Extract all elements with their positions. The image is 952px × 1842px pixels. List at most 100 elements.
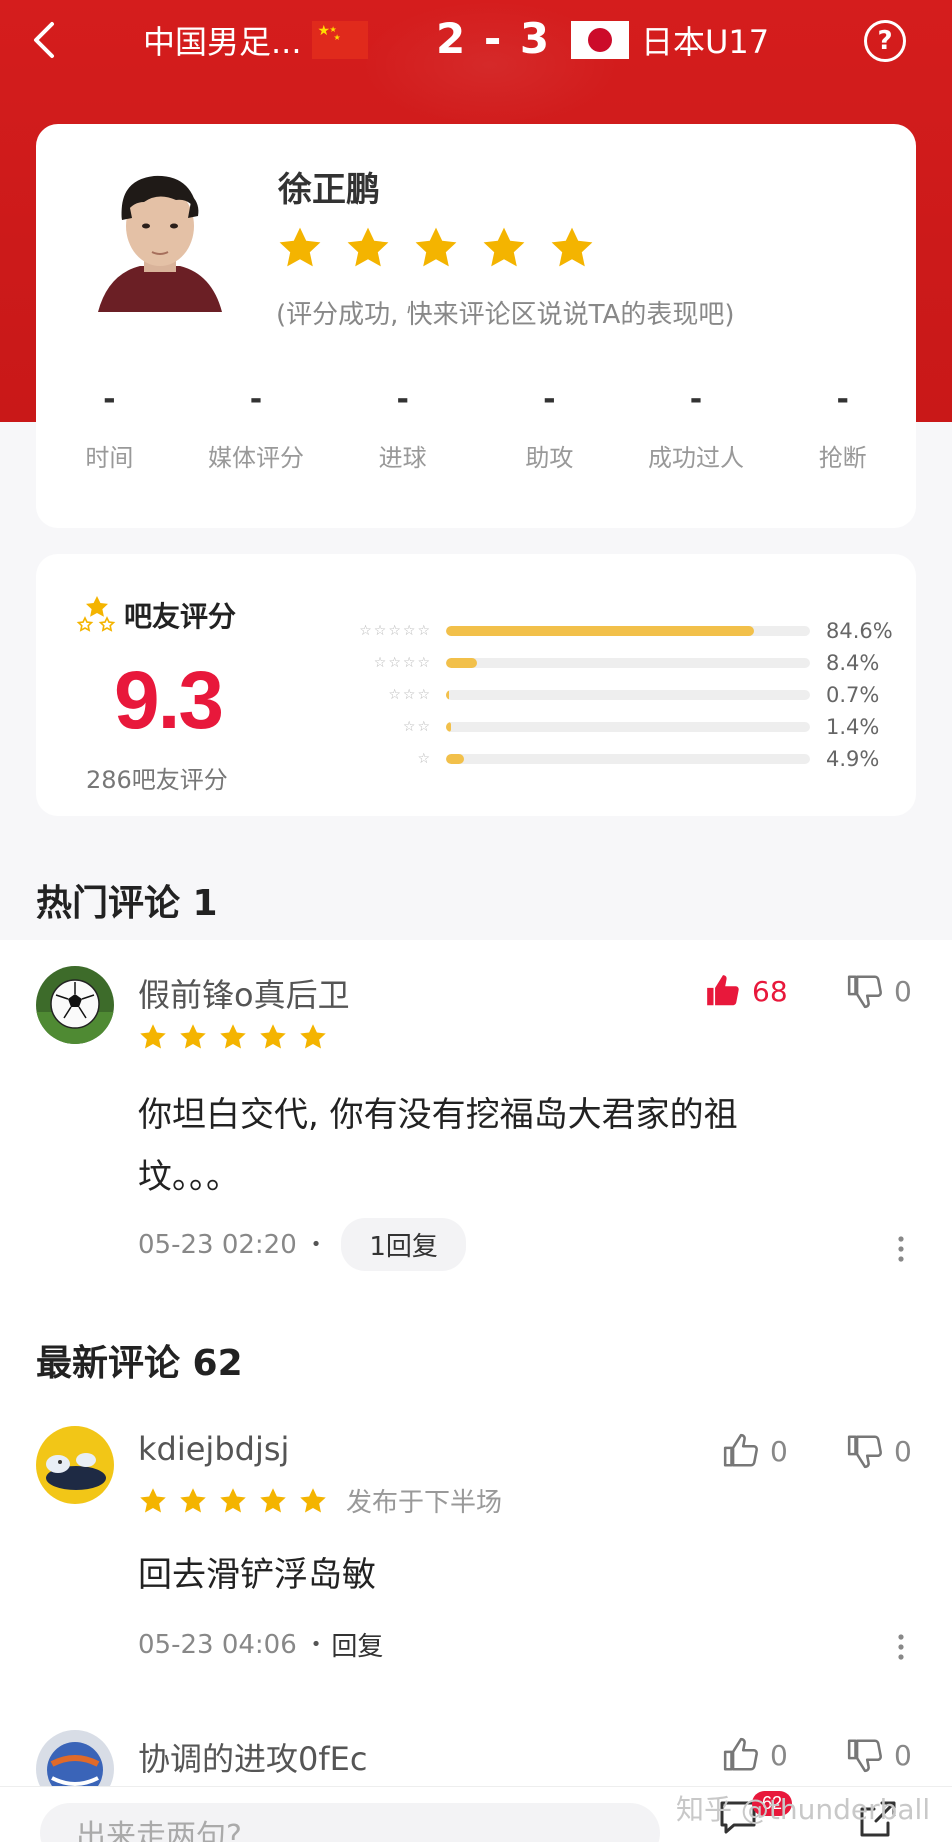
- comment-meta: 05-23 04:06 • 回复: [138, 1626, 383, 1663]
- stat-value: -: [396, 382, 409, 417]
- comment-stars: [138, 1022, 328, 1052]
- dist-stars: ☆☆☆☆: [373, 655, 432, 671]
- star-icon: [300, 1487, 326, 1512]
- dist-stars: ☆☆☆☆☆: [359, 623, 432, 639]
- star-icon: [300, 1024, 326, 1049]
- like-count: 68: [752, 974, 788, 1008]
- new-comments-title: 最新评论 62: [36, 1343, 243, 1384]
- star-icon[interactable]: [548, 224, 596, 272]
- japan-flag-icon: [571, 21, 629, 59]
- star-icon: [260, 1487, 286, 1512]
- hot-comments-title: 热门评论 1: [36, 883, 218, 924]
- like-button[interactable]: 68: [704, 972, 788, 1010]
- dist-percent: 4.9%: [826, 747, 880, 771]
- more-vertical-icon[interactable]: [896, 1632, 906, 1662]
- stat-label: 助攻: [525, 444, 574, 472]
- dislike-button[interactable]: 0: [846, 1736, 912, 1774]
- stat-time: - 时间: [36, 382, 183, 473]
- home-team-name: 中国男足...: [143, 23, 302, 61]
- star-icon: [260, 1024, 286, 1049]
- player-card: 徐正鹏 (评分成功, 快来评论区说说TA的表现吧) - 时间 - 媒体评分 - …: [36, 124, 916, 528]
- fan-rating-title: 吧友评分: [124, 600, 237, 633]
- stat-value: -: [103, 382, 116, 417]
- rate-hint: (评分成功, 快来评论区说说TA的表现吧): [276, 300, 735, 330]
- dist-percent: 0.7%: [826, 683, 880, 707]
- thumbs-up-icon: [723, 1433, 758, 1467]
- away-team-name: 日本U17: [641, 23, 770, 61]
- dist-bar-track: [446, 754, 810, 764]
- dist-bar-track: [446, 658, 810, 668]
- star-icon[interactable]: [412, 224, 460, 272]
- stat-label: 抢断: [818, 444, 867, 472]
- like-count: 0: [770, 1738, 788, 1772]
- star-icon[interactable]: [480, 224, 528, 272]
- comments-background: [0, 940, 952, 1842]
- like-button[interactable]: 0: [722, 1736, 788, 1774]
- comment-text: 你坦白交代, 你有没有挖福岛大君家的祖坟。。。: [138, 1095, 738, 1197]
- like-button[interactable]: 0: [722, 1432, 788, 1470]
- star-icon: [180, 1024, 206, 1049]
- dislike-button[interactable]: 0: [846, 972, 912, 1010]
- reply-button[interactable]: 1回复: [341, 1218, 466, 1271]
- chevron-left-icon[interactable]: [24, 18, 68, 62]
- stat-label: 进球: [378, 444, 427, 472]
- like-count: 0: [770, 1434, 788, 1468]
- stat-value: -: [689, 382, 703, 417]
- watermark: 知乎 @thunderball: [676, 1793, 931, 1826]
- dislike-count: 0: [894, 1434, 912, 1468]
- comment-username[interactable]: kdiejbdjsj: [138, 1430, 289, 1468]
- rating-distribution-row: ☆☆ 1.4%: [306, 714, 906, 740]
- fan-rating-card: 吧友评分 9.3 286吧友评分 ☆☆☆☆☆ 84.6% ☆☆☆☆ 8.4% ☆…: [36, 554, 916, 816]
- reply-button[interactable]: 回复: [331, 1626, 383, 1663]
- comment-username[interactable]: 协调的进攻0fEc: [138, 1734, 367, 1780]
- comment-posted-time: 发布于下半场: [346, 1488, 503, 1518]
- star-icon: [180, 1487, 206, 1512]
- user-avatar[interactable]: [36, 1426, 114, 1504]
- comment-input[interactable]: 出来走两句?: [40, 1803, 660, 1842]
- dislike-count: 0: [894, 974, 912, 1008]
- dislike-button[interactable]: 0: [846, 1432, 912, 1470]
- dist-bar-fill: [446, 722, 452, 732]
- dist-percent: 8.4%: [826, 651, 880, 675]
- fan-rating-score: 9.3: [114, 655, 224, 746]
- comment-username[interactable]: 假前锋o真后卫: [138, 970, 350, 1016]
- stat-value: -: [836, 382, 849, 417]
- star-icon: [140, 1487, 166, 1512]
- dist-percent: 1.4%: [826, 715, 880, 739]
- star-icon[interactable]: [276, 224, 324, 272]
- fan-rating-header: 吧友评分: [76, 594, 236, 636]
- comment-input-placeholder: 出来走两句?: [76, 1819, 242, 1842]
- home-team[interactable]: 中国男足... ★ ★ ★: [143, 18, 368, 62]
- more-vertical-icon[interactable]: [896, 1234, 906, 1264]
- dist-bar-track: [446, 626, 810, 636]
- stat-media-rating: - 媒体评分: [183, 382, 330, 473]
- thumbs-up-icon: [707, 975, 739, 1006]
- china-flag-icon: ★ ★ ★: [311, 21, 368, 59]
- star-icon[interactable]: [344, 224, 392, 272]
- dist-bar-track: [446, 722, 810, 732]
- question-circle-icon[interactable]: ?: [864, 20, 906, 62]
- comment-stars: 发布于下半场: [138, 1482, 502, 1519]
- star-icon: [140, 1024, 166, 1049]
- dist-bar-fill: [446, 658, 477, 668]
- thumbs-down-icon: [847, 1739, 882, 1773]
- rating-distribution-row: ☆☆☆☆ 8.4%: [306, 650, 906, 676]
- comment-meta: 05-23 02:20 • 1回复: [138, 1218, 466, 1271]
- star-icon: [220, 1024, 246, 1049]
- comment-time: 05-23 04:06: [138, 1629, 297, 1660]
- dist-percent: 84.6%: [826, 619, 893, 643]
- top-bar: 中国男足... ★ ★ ★ 2 - 3 日本U17 ?: [0, 0, 952, 84]
- thumbs-down-icon: [847, 1435, 882, 1469]
- away-team[interactable]: 日本U17: [571, 18, 769, 62]
- fan-rating-count: 286吧友评分: [86, 766, 228, 794]
- stat-tackles: - 抢断: [769, 382, 916, 473]
- dist-bar-track: [446, 690, 810, 700]
- dist-stars: ☆☆: [402, 719, 432, 735]
- star-icon: [220, 1487, 246, 1512]
- dislike-count: 0: [894, 1738, 912, 1772]
- rating-distribution-row: ☆☆☆ 0.7%: [306, 682, 906, 708]
- player-rating-stars[interactable]: [276, 224, 596, 272]
- user-avatar[interactable]: [36, 966, 114, 1044]
- comment-time: 05-23 02:20: [138, 1229, 297, 1260]
- stat-goals: - 进球: [329, 382, 476, 473]
